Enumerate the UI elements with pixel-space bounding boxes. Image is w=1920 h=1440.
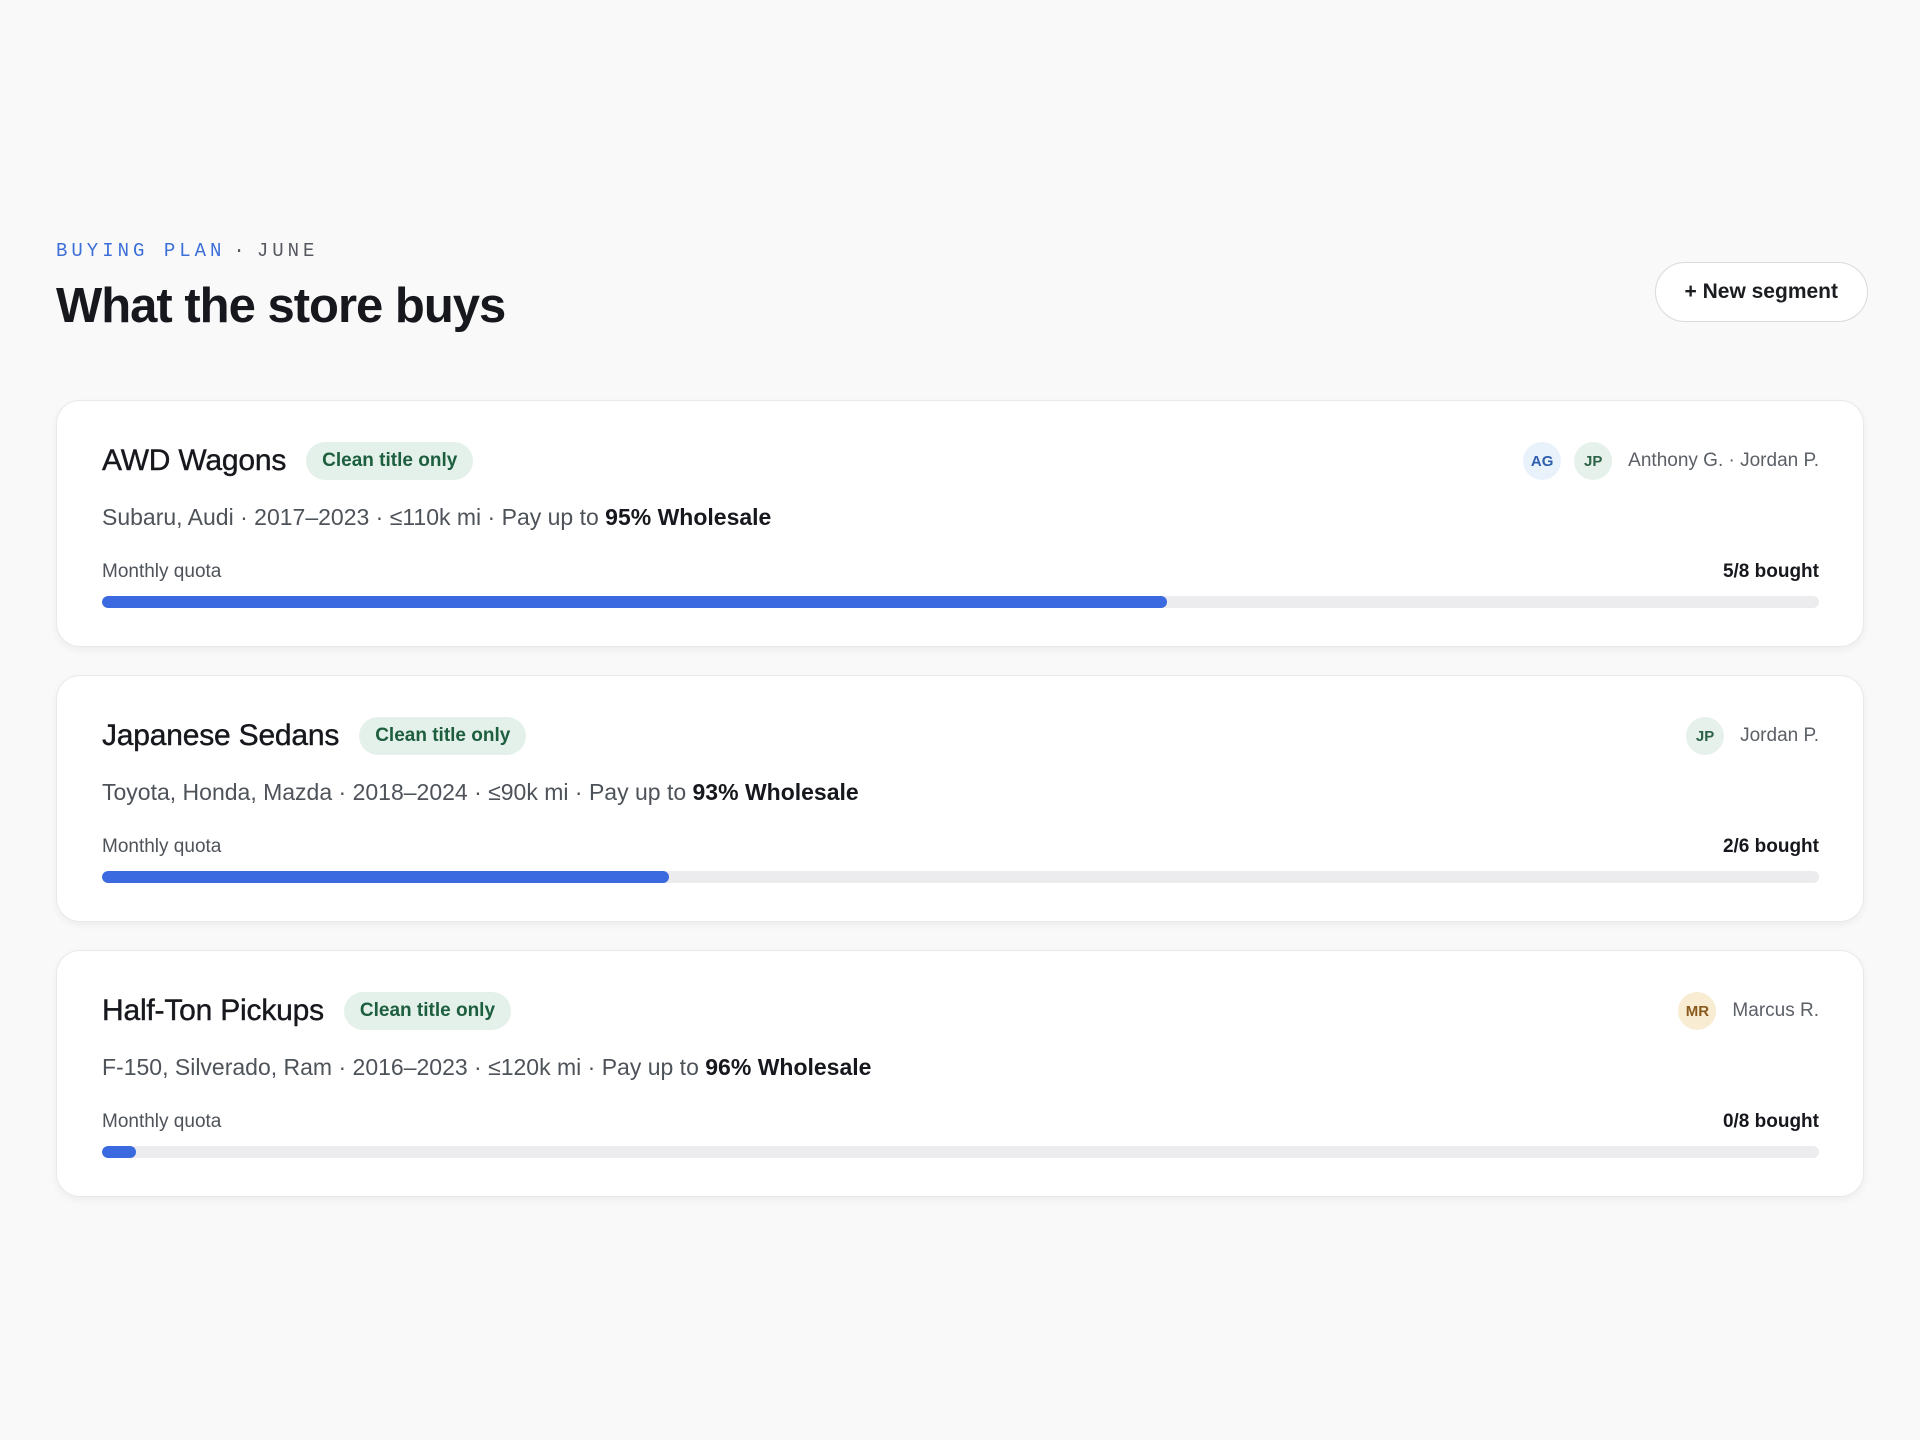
segment-criteria: Subaru, Audi · 2017–2023 · ≤110k mi · Pa… [102,504,771,531]
buyer-names: Jordan P. [1740,725,1819,746]
avatar: JP [1686,717,1725,755]
segment-criteria: Toyota, Honda, Mazda · 2018–2024 · ≤90k … [102,779,859,806]
quota-row: Monthly quota 5/8 bought [102,561,1819,583]
buyer-group: AG JP Anthony G. · Jordan P. [1523,442,1819,480]
segment-card-header: Half-Ton Pickups Clean title only MR Mar… [102,991,1819,1031]
clean-title-badge: Clean title only [359,717,527,755]
eyebrow-separator: · [233,240,249,262]
max-pay: 95% Wholesale [605,504,772,530]
criteria-text: Toyota, Honda, Mazda · 2018–2024 · ≤90k … [102,779,693,805]
buyer-group: JP Jordan P. [1686,717,1819,755]
segment-name: AWD Wagons [102,444,287,477]
quota-count: 0/8 bought [1722,1111,1819,1132]
quota-label: Monthly quota [102,836,222,857]
criteria-text: Subaru, Audi · 2017–2023 · ≤110k mi · Pa… [102,504,606,530]
eyebrow-month: JUNE [256,240,319,262]
segment-card[interactable]: Japanese Sedans Clean title only JP Jord… [56,675,1864,922]
page-header: BUYING PLAN · JUNE What the store buys + N… [56,240,1868,350]
quota-count: 5/8 bought [1722,561,1819,582]
max-pay: 96% Wholesale [705,1054,872,1080]
segment-list: AWD Wagons Clean title only AG JP Anthon… [56,400,1864,1225]
quota-label: Monthly quota [102,1111,222,1132]
segment-name: Half-Ton Pickups [102,994,324,1027]
quota-progress-fill [102,1146,137,1158]
quota-label: Monthly quota [102,561,222,582]
buyer-group: MR Marcus R. [1678,992,1819,1030]
segment-card[interactable]: Half-Ton Pickups Clean title only MR Mar… [56,950,1864,1197]
buying-plan-page: BUYING PLAN · JUNE What the store buys + N… [0,0,1920,1440]
quota-progress-fill [102,871,669,883]
quota-progress-track [102,871,1819,883]
avatar: MR [1678,992,1717,1030]
eyebrow-section: BUYING PLAN [56,240,226,262]
segment-name: Japanese Sedans [102,719,340,752]
buyer-names: Marcus R. [1732,1000,1819,1021]
eyebrow: BUYING PLAN · JUNE [56,240,1864,262]
quota-progress-fill [102,596,1167,608]
clean-title-badge: Clean title only [343,992,512,1030]
segment-card[interactable]: AWD Wagons Clean title only AG JP Anthon… [56,400,1864,647]
quota-row: Monthly quota 0/8 bought [102,1111,1819,1133]
quota-count: 2/6 bought [1722,836,1819,857]
avatar: JP [1574,442,1613,480]
clean-title-badge: Clean title only [306,442,474,480]
quota-progress-track [102,596,1819,608]
avatar: AG [1523,442,1562,480]
quota-row: Monthly quota 2/6 bought [102,836,1819,858]
page-title: What the store buys [56,279,506,333]
segment-card-header: AWD Wagons Clean title only AG JP Anthon… [102,441,1819,481]
quota-progress-track [102,1146,1819,1158]
criteria-text: F-150, Silverado, Ram · 2016–2023 · ≤120… [102,1054,706,1080]
max-pay: 93% Wholesale [692,779,859,805]
new-segment-button[interactable]: + New segment [1654,262,1868,322]
buyer-names: Anthony G. · Jordan P. [1628,450,1819,471]
segment-card-header: Japanese Sedans Clean title only JP Jord… [102,716,1819,756]
segment-criteria: F-150, Silverado, Ram · 2016–2023 · ≤120… [102,1054,871,1081]
